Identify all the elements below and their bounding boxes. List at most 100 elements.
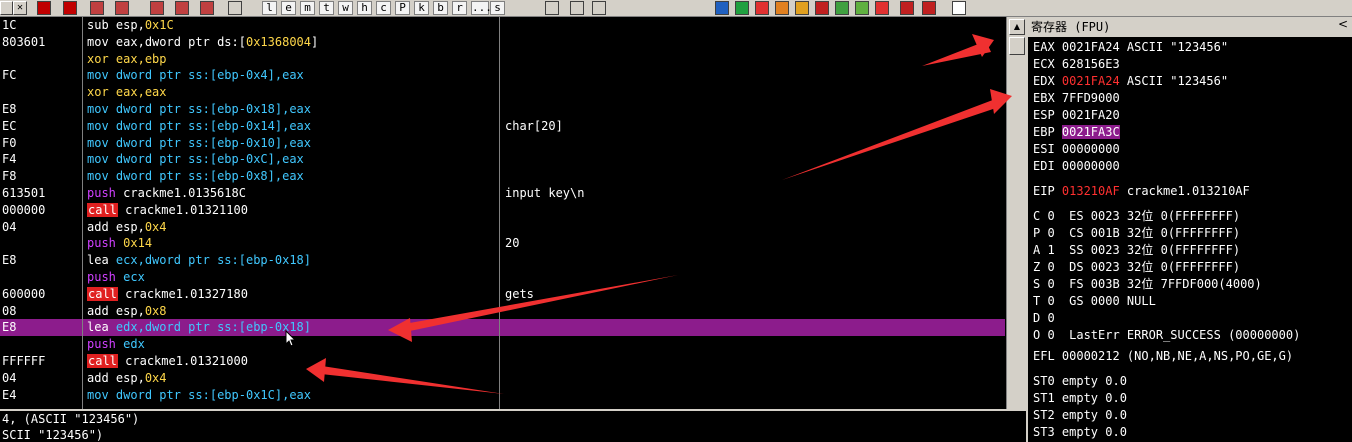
trace-over-icon[interactable] bbox=[175, 1, 189, 15]
window-button-more[interactable]: ... bbox=[471, 1, 492, 15]
instruction-row[interactable]: 1C sub esp,0x1C bbox=[0, 17, 1005, 34]
register-eax[interactable]: EAX 0021FA24 ASCII "123456" bbox=[1033, 39, 1228, 56]
instruction-row[interactable]: 04 add esp,0x4 bbox=[0, 370, 1005, 387]
register-value[interactable]: 00000000 bbox=[1062, 159, 1120, 173]
register-value[interactable]: 0021FA20 bbox=[1062, 108, 1120, 122]
disassembly-pane[interactable]: 1C sub esp,0x1C 803601 mov eax,dword ptr ds… bbox=[0, 17, 1005, 409]
instruction-row[interactable]: 613501 push crackme1.0135618C input key\n bbox=[0, 185, 1005, 202]
plugin-icon-1[interactable] bbox=[715, 1, 729, 15]
close-icon[interactable]: ✕ bbox=[13, 1, 27, 15]
flag-row[interactable]: D 0 bbox=[1033, 310, 1055, 327]
register-esi[interactable]: ESI 00000000 bbox=[1033, 141, 1120, 158]
plugin-icon-12[interactable] bbox=[952, 1, 966, 15]
register-value[interactable]: 00000000 bbox=[1062, 142, 1120, 156]
flag-row[interactable]: C 0 ES 0023 32位 0(FFFFFFFF) bbox=[1033, 208, 1240, 225]
pause-icon[interactable] bbox=[63, 1, 77, 15]
grid-icon[interactable] bbox=[570, 1, 584, 15]
window-button-P[interactable]: P bbox=[395, 1, 410, 15]
instruction-row[interactable]: 803601 mov eax,dword ptr ds:[0x1368004] bbox=[0, 34, 1005, 51]
plugin-icon-5[interactable] bbox=[795, 1, 809, 15]
step-over-icon[interactable] bbox=[115, 1, 129, 15]
plugin-icon-8[interactable] bbox=[855, 1, 869, 15]
info-line: SCII "123456") bbox=[2, 428, 104, 442]
step-into-icon[interactable] bbox=[90, 1, 104, 15]
execute-till-return-icon[interactable] bbox=[200, 1, 214, 15]
flag-row[interactable]: A 1 SS 0023 32位 0(FFFFFFFF) bbox=[1033, 242, 1240, 259]
window-button-l[interactable]: l bbox=[262, 1, 277, 15]
plugin-icon-2[interactable] bbox=[735, 1, 749, 15]
fpu-register[interactable]: ST3 empty 0.0 bbox=[1033, 424, 1127, 441]
register-ebx[interactable]: EBX 7FFD9000 bbox=[1033, 90, 1120, 107]
window-button-w[interactable]: w bbox=[338, 1, 353, 15]
scroll-thumb[interactable] bbox=[1009, 37, 1025, 55]
register-edi[interactable]: EDI 00000000 bbox=[1033, 158, 1120, 175]
instruction-row[interactable]: FFFFFF call crackme1.01321000 bbox=[0, 353, 1005, 370]
list-icon[interactable] bbox=[545, 1, 559, 15]
instruction-row[interactable]: F0 mov dword ptr ss:[ebp-0x10],eax bbox=[0, 135, 1005, 152]
window-button-c[interactable]: c bbox=[376, 1, 391, 15]
disassembly-scrollbar[interactable]: ▲ bbox=[1006, 17, 1026, 409]
window-button-m[interactable]: m bbox=[300, 1, 315, 15]
instruction-row[interactable]: E4 mov dword ptr ss:[ebp-0x1C],eax bbox=[0, 387, 1005, 404]
plugin-icon-11[interactable] bbox=[922, 1, 936, 15]
fpu-register[interactable]: ST1 empty 0.0 bbox=[1033, 390, 1127, 407]
instruction-row[interactable]: F8 mov dword ptr ss:[ebp-0x8],eax bbox=[0, 168, 1005, 185]
window-button-t[interactable]: t bbox=[319, 1, 334, 15]
flag-row[interactable]: T 0 GS 0000 NULL bbox=[1033, 293, 1156, 310]
register-ecx[interactable]: ECX 628156E3 bbox=[1033, 56, 1120, 73]
fpu-register[interactable]: ST2 empty 0.0 bbox=[1033, 407, 1127, 424]
run-icon[interactable] bbox=[37, 1, 51, 15]
instruction-row[interactable]: 08 add esp,0x8 bbox=[0, 303, 1005, 320]
window-button-r[interactable]: r bbox=[452, 1, 467, 15]
flag-row[interactable]: Z 0 DS 0023 32位 0(FFFFFFFF) bbox=[1033, 259, 1240, 276]
window-button-k[interactable]: k bbox=[414, 1, 429, 15]
register-edx[interactable]: EDX 0021FA24 ASCII "123456" bbox=[1033, 73, 1228, 90]
instruction-row[interactable]: push 0x14 20 bbox=[0, 235, 1005, 252]
instruction-row[interactable]: F4 mov dword ptr ss:[ebp-0xC],eax bbox=[0, 151, 1005, 168]
flag-row[interactable]: P 0 CS 001B 32位 0(FFFFFFFF) bbox=[1033, 225, 1240, 242]
window-button-e[interactable]: e bbox=[281, 1, 296, 15]
trace-into-icon[interactable] bbox=[150, 1, 164, 15]
window-button-h[interactable]: h bbox=[357, 1, 372, 15]
instruction-row[interactable]: E8 mov dword ptr ss:[ebp-0x18],eax bbox=[0, 101, 1005, 118]
register-value[interactable]: 628156E3 bbox=[1062, 57, 1120, 71]
plugin-icon-9[interactable] bbox=[875, 1, 889, 15]
register-value[interactable]: 0021FA24 bbox=[1062, 74, 1120, 88]
flag-row[interactable]: S 0 FS 003B 32位 7FFDF000(4000) bbox=[1033, 276, 1262, 293]
instruction-row[interactable]: EC mov dword ptr ss:[ebp-0x14],eax char[20… bbox=[0, 118, 1005, 135]
plugin-icon-6[interactable] bbox=[815, 1, 829, 15]
instruction-row[interactable]: E8 lea ecx,dword ptr ss:[ebp-0x18] bbox=[0, 252, 1005, 269]
plugin-icon-4[interactable] bbox=[775, 1, 789, 15]
flag-row[interactable]: O 0 LastErr ERROR_SUCCESS (00000000) bbox=[1033, 327, 1300, 344]
window-button-b[interactable]: b bbox=[433, 1, 448, 15]
collapse-icon[interactable]: < bbox=[1338, 17, 1348, 31]
plugin-icon-10[interactable] bbox=[900, 1, 914, 15]
register-ebp[interactable]: EBP 0021FA3C bbox=[1033, 124, 1120, 141]
instruction-row[interactable]: FC mov dword ptr ss:[ebp-0x4],eax bbox=[0, 67, 1005, 84]
plugin-icon-7[interactable] bbox=[835, 1, 849, 15]
register-value[interactable]: 0021FA3C bbox=[1061, 125, 1120, 139]
register-value[interactable]: 7FFD9000 bbox=[1062, 91, 1120, 105]
register-value[interactable]: 013210AF bbox=[1062, 184, 1120, 198]
register-efl[interactable]: EFL 00000212 (NO,NB,NE,A,NS,PO,GE,G) bbox=[1033, 348, 1293, 365]
goto-icon[interactable] bbox=[228, 1, 242, 15]
instruction-row[interactable]: 600000 call crackme1.01327180 gets bbox=[0, 286, 1005, 303]
window-button-s[interactable]: s bbox=[490, 1, 505, 15]
registers-pane[interactable]: 寄存器 (FPU) < EAX 0021FA24 ASCII "123456" E… bbox=[1026, 17, 1352, 442]
register-name: EAX bbox=[1033, 40, 1062, 54]
instruction-row[interactable]: xor eax,eax bbox=[0, 84, 1005, 101]
scroll-up-icon[interactable]: ▲ bbox=[1009, 19, 1025, 35]
instruction-row[interactable]: 000000 call crackme1.01321100 bbox=[0, 202, 1005, 219]
plugin-icon-3[interactable] bbox=[755, 1, 769, 15]
fpu-register[interactable]: ST0 empty 0.0 bbox=[1033, 373, 1127, 390]
instruction-row[interactable]: push edx bbox=[0, 336, 1005, 353]
help-icon[interactable] bbox=[592, 1, 606, 15]
instruction-row[interactable]: 04 add esp,0x4 bbox=[0, 219, 1005, 236]
register-esp[interactable]: ESP 0021FA20 bbox=[1033, 107, 1120, 124]
selected-instruction-row[interactable]: E8 lea edx,dword ptr ss:[ebp-0x18] bbox=[0, 319, 1005, 337]
instruction-row[interactable]: push ecx bbox=[0, 269, 1005, 286]
instruction-row[interactable]: xor eax,ebp bbox=[0, 51, 1005, 68]
register-value[interactable]: 0021FA24 bbox=[1062, 40, 1120, 54]
register-eip[interactable]: EIP 013210AF crackme1.013210AF bbox=[1033, 183, 1250, 200]
maximize-icon[interactable] bbox=[0, 1, 13, 15]
